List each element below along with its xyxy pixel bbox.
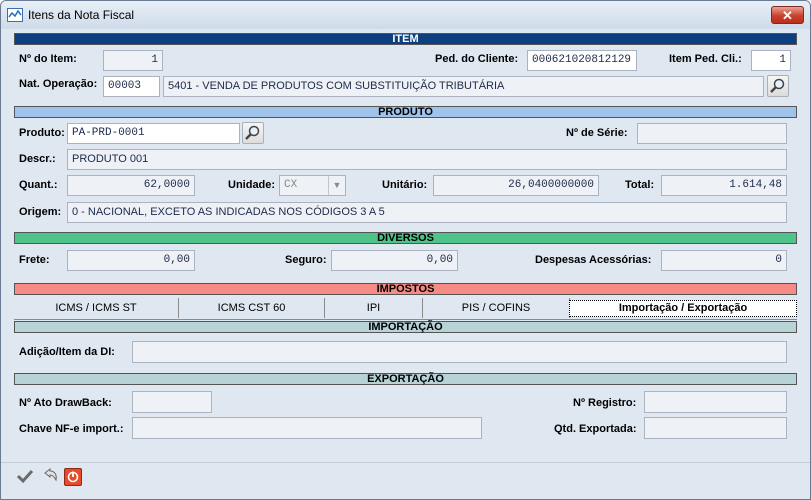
search-icon xyxy=(245,125,260,140)
item-ped-cli-field[interactable]: 1 xyxy=(751,50,791,71)
power-icon[interactable] xyxy=(64,468,82,486)
ato-drawback-label: Nº Ato DrawBack: xyxy=(19,397,112,409)
registro-field[interactable] xyxy=(644,391,787,413)
adicao-field[interactable] xyxy=(132,341,787,363)
importacao-header: IMPORTAÇÃO xyxy=(14,321,797,333)
nat-desc-field: 5401 - VENDA DE PRODUTOS COM SUBSTITUIÇÃ… xyxy=(163,76,764,97)
descr-label: Descr.: xyxy=(19,153,56,165)
impostos-header: IMPOSTOS xyxy=(14,283,797,295)
unitario-label: Unitário: xyxy=(382,179,428,191)
despesas-label: Despesas Acessórias: xyxy=(535,254,652,266)
tab-importacao-exportacao[interactable]: Importação / Exportação xyxy=(569,300,797,317)
frete-field[interactable]: 0,00 xyxy=(67,250,195,271)
ato-drawback-field[interactable] xyxy=(132,391,212,413)
registro-label: Nº Registro: xyxy=(573,397,637,409)
produto-field[interactable]: PA-PRD-0001 xyxy=(67,123,240,144)
descr-field[interactable]: PRODUTO 001 xyxy=(67,149,787,170)
undo-icon[interactable] xyxy=(40,467,60,487)
chave-nfe-label: Chave NF-e import.: xyxy=(19,423,124,435)
qtd-exportada-field[interactable] xyxy=(644,417,787,439)
checkmark-icon[interactable] xyxy=(15,467,35,487)
app-chart-icon xyxy=(7,8,23,22)
n-item-label: Nº do Item: xyxy=(19,53,77,65)
item-ped-cli-label: Item Ped. Cli.: xyxy=(669,53,742,65)
exportacao-header: EXPORTAÇÃO xyxy=(14,373,797,385)
adicao-label: Adição/Item da DI: xyxy=(19,346,115,358)
despesas-field[interactable]: 0 xyxy=(661,250,787,271)
tab-ipi[interactable]: IPI xyxy=(325,298,423,318)
bottom-toolbar xyxy=(1,462,810,499)
nat-search-button[interactable] xyxy=(767,75,789,97)
nat-code-field[interactable]: 00003 xyxy=(103,76,160,97)
search-icon xyxy=(770,78,785,93)
frete-label: Frete: xyxy=(19,254,50,266)
quant-label: Quant.: xyxy=(19,179,58,191)
qtd-exportada-label: Qtd. Exportada: xyxy=(554,423,637,435)
produto-header: PRODUTO xyxy=(14,106,797,118)
diversos-header: DIVERSOS xyxy=(14,232,797,244)
tab-icms[interactable]: ICMS / ICMS ST xyxy=(14,298,179,318)
serie-field[interactable] xyxy=(637,123,787,144)
item-header: ITEM xyxy=(14,33,797,45)
impostos-tabs: ICMS / ICMS ST ICMS CST 60 IPI PIS / COF… xyxy=(7,298,797,320)
chave-nfe-field[interactable] xyxy=(132,417,482,439)
serie-label: Nº de Série: xyxy=(566,127,628,139)
n-item-field[interactable]: 1 xyxy=(103,50,163,71)
ped-cliente-label: Ped. do Cliente: xyxy=(435,53,519,65)
tab-icms-cst60[interactable]: ICMS CST 60 xyxy=(179,298,325,318)
produto-search-button[interactable] xyxy=(242,122,264,144)
unitario-field[interactable]: 26,0400000000 xyxy=(433,175,599,196)
close-button[interactable]: ✕ xyxy=(771,6,804,24)
ped-cliente-field[interactable]: 000621020812129 xyxy=(527,50,637,71)
unidade-label: Unidade: xyxy=(228,179,276,191)
chevron-down-icon[interactable]: ▼ xyxy=(328,176,345,195)
tab-pis-cofins[interactable]: PIS / COFINS xyxy=(423,298,570,318)
produto-label: Produto: xyxy=(19,127,65,139)
window-title: Itens da Nota Fiscal xyxy=(28,8,135,22)
seguro-field[interactable]: 0,00 xyxy=(331,250,458,271)
nat-operacao-label: Nat. Operação: xyxy=(19,78,98,90)
origem-field[interactable]: 0 - NACIONAL, EXCETO AS INDICADAS NOS CÓ… xyxy=(67,202,787,223)
tabs-divider xyxy=(14,319,797,320)
total-label: Total: xyxy=(625,179,655,191)
origem-label: Origem: xyxy=(19,206,62,218)
seguro-label: Seguro: xyxy=(285,254,327,266)
quant-field[interactable]: 62,0000 xyxy=(67,175,195,196)
total-field: 1.614,48 xyxy=(661,175,787,196)
